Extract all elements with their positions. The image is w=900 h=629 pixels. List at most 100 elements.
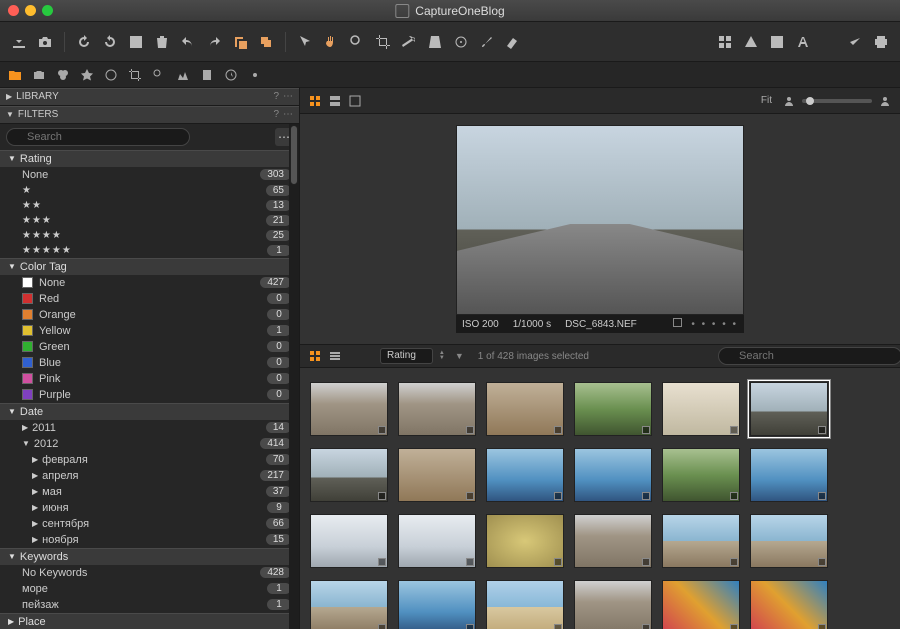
sort-desc-icon[interactable]: ▼	[455, 351, 464, 361]
thumbnail[interactable]	[574, 382, 652, 436]
output-tab-icon[interactable]	[224, 68, 238, 82]
filter-section-head[interactable]: ▼Keywords	[0, 548, 299, 565]
copy-adjustments-icon[interactable]	[231, 33, 249, 51]
filter-row[interactable]: ▶201114	[0, 420, 299, 436]
zoom-slider[interactable]	[802, 99, 872, 103]
apply-adjustments-icon[interactable]	[257, 33, 275, 51]
adjustments-tab-icon[interactable]	[176, 68, 190, 82]
thumbnail[interactable]	[750, 514, 828, 568]
filter-row[interactable]: Purple0	[0, 387, 299, 403]
filter-row[interactable]: Green0	[0, 339, 299, 355]
annotation-icon[interactable]	[794, 33, 812, 51]
capture-icon[interactable]	[36, 33, 54, 51]
close-window-button[interactable]	[8, 5, 19, 16]
filter-section-head[interactable]: ▼Rating	[0, 150, 299, 167]
pan-icon[interactable]	[322, 33, 340, 51]
filter-section-head[interactable]: ▼Date	[0, 403, 299, 420]
browser-list-icon[interactable]	[328, 349, 342, 363]
grid-icon[interactable]	[716, 33, 734, 51]
sidebar-scrollbar[interactable]	[289, 124, 299, 629]
zoom-window-button[interactable]	[42, 5, 53, 16]
warning-icon[interactable]	[742, 33, 760, 51]
exposure-tab-icon[interactable]	[80, 68, 94, 82]
cursor-tool-icon[interactable]	[127, 33, 145, 51]
filter-row[interactable]: ★★★21	[0, 213, 299, 228]
filter-row[interactable]: ▶февраля70	[0, 452, 299, 468]
library-panel-header[interactable]: ▶ LIBRARY ? ⋯	[0, 88, 299, 106]
view-grid-icon[interactable]	[308, 94, 322, 108]
settings-tab-icon[interactable]	[248, 68, 262, 82]
undo-icon[interactable]	[179, 33, 197, 51]
sort-direction[interactable]: ▲▼	[439, 351, 445, 361]
thumbnail[interactable]	[750, 382, 828, 436]
thumbnail[interactable]	[398, 448, 476, 502]
filter-row[interactable]: Yellow1	[0, 323, 299, 339]
filter-row[interactable]: море1	[0, 581, 299, 597]
thumbnail[interactable]	[662, 448, 740, 502]
filter-row[interactable]: Orange0	[0, 307, 299, 323]
filter-row[interactable]: ★★★★25	[0, 228, 299, 243]
trash-icon[interactable]	[153, 33, 171, 51]
import-icon[interactable]	[10, 33, 28, 51]
filter-row[interactable]: ▶ноября15	[0, 532, 299, 548]
thumbnail[interactable]	[750, 580, 828, 629]
filter-row[interactable]: Red0	[0, 291, 299, 307]
thumbnail[interactable]	[662, 382, 740, 436]
straighten-icon[interactable]	[400, 33, 418, 51]
print-icon[interactable]	[872, 33, 890, 51]
crop-tab-icon[interactable]	[128, 68, 142, 82]
sort-select[interactable]: Rating	[380, 348, 433, 364]
thumbnail[interactable]	[310, 514, 388, 568]
metadata-tab-icon[interactable]	[200, 68, 214, 82]
check-icon[interactable]	[846, 33, 864, 51]
thumbnail[interactable]	[486, 514, 564, 568]
filters-panel-header[interactable]: ▼ FILTERS ? ⋯	[0, 106, 299, 124]
brush-icon[interactable]	[478, 33, 496, 51]
spot-icon[interactable]	[452, 33, 470, 51]
thumbnail[interactable]	[398, 514, 476, 568]
user-icon[interactable]	[878, 94, 892, 108]
browser-search-input[interactable]	[718, 347, 900, 365]
batch-tab-icon[interactable]	[272, 68, 286, 82]
filter-row[interactable]: ★★★★★1	[0, 243, 299, 258]
redo-icon[interactable]	[205, 33, 223, 51]
color-tab-icon[interactable]	[56, 68, 70, 82]
filter-row[interactable]: ★★13	[0, 198, 299, 213]
thumbnail[interactable]	[310, 382, 388, 436]
library-tab-icon[interactable]	[8, 68, 22, 82]
crop-icon[interactable]	[374, 33, 392, 51]
filter-row[interactable]: None427	[0, 275, 299, 291]
filter-section-head[interactable]: ▼Color Tag	[0, 258, 299, 275]
thumbnail[interactable]	[574, 514, 652, 568]
filter-row[interactable]: ▶июня9	[0, 500, 299, 516]
minimize-window-button[interactable]	[25, 5, 36, 16]
thumbnail[interactable]	[574, 448, 652, 502]
lens-tab-icon[interactable]	[104, 68, 118, 82]
thumbnail[interactable]	[574, 580, 652, 629]
capture-tab-icon[interactable]	[32, 68, 46, 82]
pointer-icon[interactable]	[296, 33, 314, 51]
thumbnail[interactable]	[662, 580, 740, 629]
filter-row[interactable]: None303	[0, 167, 299, 183]
thumbnail[interactable]	[662, 514, 740, 568]
filter-row[interactable]: No Keywords428	[0, 565, 299, 581]
thumbnail[interactable]	[486, 580, 564, 629]
view-single-icon[interactable]	[348, 94, 362, 108]
filter-row[interactable]: ▶сентября66	[0, 516, 299, 532]
browser-grid-icon[interactable]	[308, 349, 322, 363]
keystone-icon[interactable]	[426, 33, 444, 51]
rotate-left-icon[interactable]	[75, 33, 93, 51]
filter-row[interactable]: пейзаж1	[0, 597, 299, 613]
filter-row[interactable]: Pink0	[0, 371, 299, 387]
details-tab-icon[interactable]	[152, 68, 166, 82]
filter-row[interactable]: Blue0	[0, 355, 299, 371]
filter-row[interactable]: ▶апреля217	[0, 468, 299, 484]
filter-row[interactable]: ▶мая37	[0, 484, 299, 500]
zoom-person-icon[interactable]	[782, 94, 796, 108]
view-split-icon[interactable]	[328, 94, 342, 108]
help-icon[interactable]: ?	[273, 91, 279, 102]
eraser-icon[interactable]	[504, 33, 522, 51]
thumbnail[interactable]	[398, 382, 476, 436]
help-icon[interactable]: ?	[273, 109, 279, 120]
thumbnail[interactable]	[398, 580, 476, 629]
